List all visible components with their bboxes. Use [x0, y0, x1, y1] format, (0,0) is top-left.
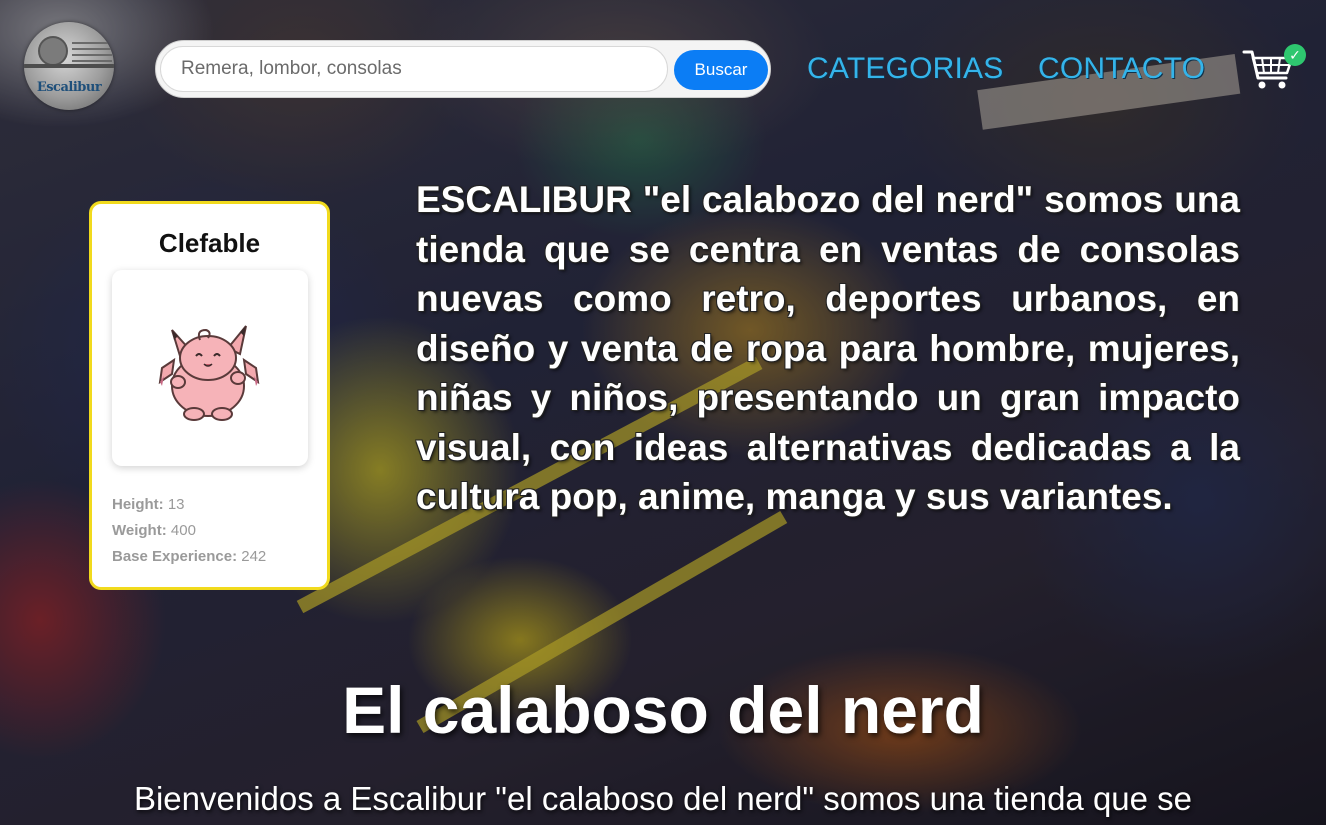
logo-text: Escalibur [36, 80, 102, 95]
pokemon-name: Clefable [158, 228, 261, 258]
search-button[interactable]: Buscar [674, 50, 768, 90]
stat-weight: Weight: 400 [112, 518, 266, 544]
search-input[interactable] [160, 46, 668, 92]
clefable-sprite-icon [158, 325, 260, 421]
stat-height: Height: 13 [112, 492, 266, 518]
pokemon-card[interactable]: Clefable Height: 13 Weight: 400 Base Exp… [89, 201, 330, 590]
store-description: ESCALIBUR "el calabozo del nerd" somos u… [416, 179, 1240, 517]
hero-title: El calaboso del nerd [342, 673, 984, 747]
death-star-trench [24, 64, 114, 68]
search-bar: Buscar [155, 40, 771, 98]
stat-base-experience: Base Experience: 242 [112, 544, 266, 570]
stat-value: 400 [170, 522, 196, 539]
pokemon-image [112, 270, 308, 466]
cart-badge: ✓ [1284, 44, 1306, 66]
death-star-dish [38, 36, 68, 66]
stat-label: Height: [112, 496, 164, 513]
site-logo[interactable]: Escalibur [24, 22, 114, 110]
stat-label: Weight: [112, 522, 167, 539]
death-star-panels [72, 40, 112, 62]
pokemon-stats: Height: 13 Weight: 400 Base Experience: … [112, 492, 266, 570]
stat-label: Base Experience: [112, 548, 238, 565]
stat-value: 242 [241, 548, 267, 565]
hero-subtitle: Bienvenidos a Escalibur "el calaboso del… [133, 780, 1193, 817]
stat-value: 13 [167, 496, 185, 513]
nav-contacto[interactable]: CONTACTO [1038, 52, 1205, 86]
nav-categorias[interactable]: CATEGORIAS [807, 52, 1003, 86]
